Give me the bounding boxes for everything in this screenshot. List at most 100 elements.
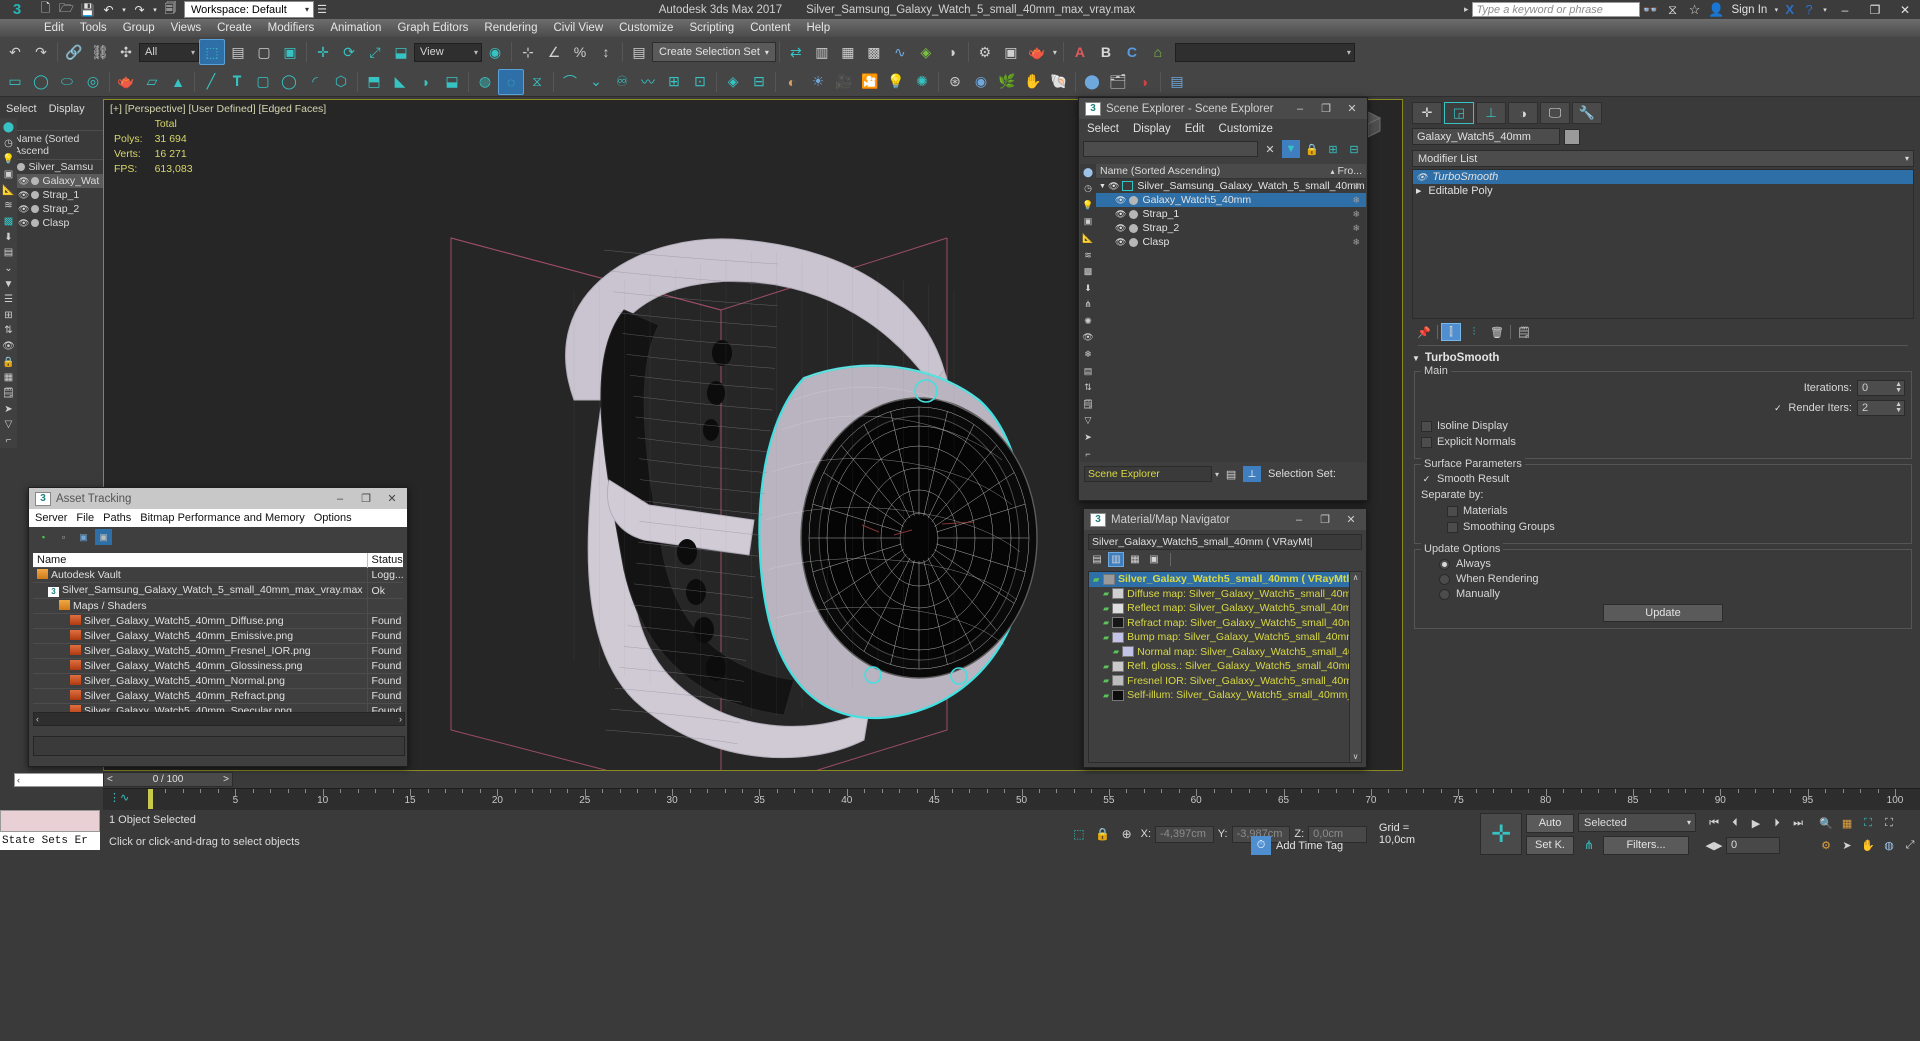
spinner-arrows-icon[interactable]: ▲ ▼ — [1895, 381, 1902, 394]
camera-side-icon[interactable]: ▣ — [1, 167, 16, 183]
exchange-app-icon[interactable]: X — [1781, 2, 1798, 17]
undo-icon[interactable]: ↶ — [99, 1, 118, 18]
key-filters-button[interactable]: Filters... — [1603, 835, 1690, 855]
asset-menu-file[interactable]: File — [76, 512, 94, 524]
filter-icon[interactable]: ▼ — [1282, 140, 1300, 158]
play-animation-icon[interactable]: ▶ — [1746, 814, 1766, 833]
pan-arrow-icon[interactable]: ➤ — [1837, 836, 1857, 855]
lock-icon[interactable]: 🔒 — [1303, 140, 1321, 158]
large-icons-view-icon[interactable]: ▣ — [1146, 552, 1162, 567]
redo-icon[interactable]: ↷ — [130, 1, 149, 18]
current-frame-field[interactable]: 0 — [1726, 836, 1781, 854]
zoom-icon[interactable]: 🔍 — [1816, 814, 1836, 833]
scene-explorer-menu-display[interactable]: Display — [1133, 123, 1171, 135]
render-setup-icon[interactable]: ⚙ — [972, 39, 998, 65]
update-option-always[interactable]: Always — [1421, 558, 1905, 570]
shell-object-icon[interactable]: 🐚 — [1046, 69, 1072, 95]
schematic-view-icon[interactable]: ◈ — [913, 39, 939, 65]
create-selection-set-button[interactable]: Create Selection Set ▾ — [652, 42, 776, 62]
app-logo-icon[interactable]: 3 — [0, 0, 34, 19]
select-and-place-icon[interactable]: ⬓ — [388, 39, 414, 65]
menu-item-modifiers[interactable]: Modifiers — [260, 22, 323, 34]
star-icon[interactable]: ☆ — [1684, 0, 1706, 19]
object-color-swatch[interactable] — [1564, 128, 1580, 145]
zoom-extents-all-icon[interactable]: ⛶ — [1879, 814, 1899, 833]
orbit-icon[interactable]: ◍ — [1879, 836, 1899, 855]
sx-spacewarp-icon[interactable]: ≋ — [1081, 247, 1095, 264]
asset-maximize-button[interactable]: ❐ — [353, 489, 379, 508]
update-button[interactable]: Update — [1603, 604, 1723, 622]
render-iters-spinner[interactable]: 2 ▲ ▼ — [1857, 400, 1905, 416]
spinner-arrows-icon[interactable]: ▲ ▼ — [1895, 401, 1902, 414]
eye-icon[interactable]: 👁 — [1115, 237, 1126, 248]
sx-cameras-icon[interactable]: ▣ — [1081, 214, 1095, 231]
scene-explorer-titlebar[interactable]: 3 Scene Explorer - Scene Explorer – ❐ ✕ — [1079, 98, 1367, 119]
teapot-primitive-icon[interactable]: 🫖 — [113, 69, 139, 95]
wave-side-icon[interactable]: ≋ — [1, 198, 16, 214]
list-with-icons-view-icon[interactable]: ▥ — [1108, 552, 1124, 567]
eye-side-icon[interactable]: 👁 — [1, 339, 16, 355]
update-option-when-rendering[interactable]: When Rendering — [1421, 573, 1905, 585]
taper-modifier-icon[interactable]: ⌄ — [583, 69, 609, 95]
select-object-side-icon[interactable]: ⬤ — [1, 120, 16, 136]
table-row[interactable]: Silver_Galaxy_Watch5_40mm_Emissive.png Fo… — [33, 628, 403, 644]
sx-notes-icon[interactable]: 🗒 — [1081, 396, 1095, 413]
box-primitive-icon[interactable]: ▭ — [2, 69, 28, 95]
materials-checkbox[interactable] — [1447, 505, 1458, 517]
arc-shape-icon[interactable]: ◜ — [302, 69, 328, 95]
workspace-menu-icon[interactable]: ☰ — [314, 3, 330, 16]
menu-item-rendering[interactable]: Rendering — [476, 22, 545, 34]
sx-funnel-icon[interactable]: ▽ — [1081, 412, 1095, 429]
sx-arrow-icon[interactable]: ➤ — [1081, 429, 1095, 446]
sort-side-icon[interactable]: ⇅ — [1, 323, 16, 339]
select-and-move-icon[interactable]: ✛ — [310, 39, 336, 65]
add-time-tag-icon[interactable]: ⏱ — [1251, 836, 1271, 855]
sun-light-icon[interactable]: ✺ — [909, 69, 935, 95]
motion-tab[interactable]: ◑ — [1508, 102, 1538, 124]
key-filters-curve-icon[interactable]: ⋔ — [1578, 835, 1600, 855]
scroll-down-icon[interactable]: ∨ — [1353, 752, 1359, 761]
pivot-point-center-icon[interactable]: ◉ — [482, 39, 508, 65]
symmetry-modifier-icon[interactable]: ⧖ — [524, 69, 550, 95]
isoline-display-row[interactable]: Isoline Display — [1421, 420, 1905, 432]
small-icons-view-icon[interactable]: ▦ — [1127, 552, 1143, 567]
menu-item-content[interactable]: Content — [742, 22, 798, 34]
light-icon[interactable]: ☀ — [805, 69, 831, 95]
select-link-icon[interactable]: 🔗 — [61, 39, 87, 65]
table-row[interactable]: 3 Silver_Samsung_Galaxy_Watch_5_small_40m… — [33, 582, 403, 599]
clear-search-icon[interactable]: ✕ — [1261, 140, 1279, 158]
expand-all-icon[interactable]: ⊞ — [1324, 140, 1342, 158]
make-unique-icon[interactable]: ⫶ — [1464, 323, 1484, 341]
scene-explorer-minimize-button[interactable]: – — [1287, 99, 1313, 118]
table-row[interactable]: Silver_Galaxy_Watch5_40mm_Normal.png Foun… — [33, 673, 403, 689]
tree-side-icon[interactable]: ⊞ — [1, 308, 16, 324]
smooth-result-checkbox[interactable]: ✓ — [1421, 474, 1432, 485]
material-editor-icon[interactable]: ◑ — [939, 39, 965, 65]
table-row[interactable]: Silver_Galaxy_Watch5_40mm_Glossiness.png… — [33, 658, 403, 674]
menu-item-views[interactable]: Views — [163, 22, 209, 34]
pin-stack-icon[interactable]: 📌 — [1414, 323, 1434, 341]
material-navigator-close-button[interactable]: ✕ — [1338, 510, 1364, 529]
arrow-side-icon[interactable]: ➤ — [1, 401, 16, 417]
freeze-icon[interactable]: ❄ — [1352, 181, 1360, 192]
smoothing-groups-checkbox[interactable] — [1447, 521, 1458, 533]
modifier-stack-row[interactable]: ▶ Editable Poly — [1413, 184, 1913, 198]
asset-save-icon[interactable]: ▪ — [35, 529, 52, 545]
down-side-icon[interactable]: ⬇ — [1, 229, 16, 245]
batch-render-icon[interactable]: ▤ — [1164, 69, 1190, 95]
menu-item-help[interactable]: Help — [798, 22, 838, 34]
bracket-side-icon[interactable]: ⌐ — [1, 433, 16, 449]
show-end-result-icon[interactable]: ⫿ — [1441, 323, 1461, 341]
asset-close-button[interactable]: ✕ — [379, 489, 405, 508]
zoom-extents-icon[interactable]: ⛶ — [1858, 814, 1878, 833]
maximize-button[interactable]: ❐ — [1860, 0, 1890, 19]
help-dropdown-icon[interactable]: ▾ — [1820, 0, 1830, 19]
grid-side-icon[interactable]: ▦ — [1, 370, 16, 386]
add-time-tag-big-icon[interactable]: ✛ — [1480, 813, 1523, 855]
lock-side-icon[interactable]: 🔒 — [1, 354, 16, 370]
particle-system-icon[interactable]: ◉ — [968, 69, 994, 95]
table-row[interactable]: Autodesk Vault Logg... — [33, 567, 403, 583]
funnel-side-icon[interactable]: ▼ — [1, 276, 16, 292]
sign-in-button[interactable]: Sign In — [1728, 4, 1772, 16]
sx-particles-icon[interactable]: ✺ — [1081, 313, 1095, 330]
